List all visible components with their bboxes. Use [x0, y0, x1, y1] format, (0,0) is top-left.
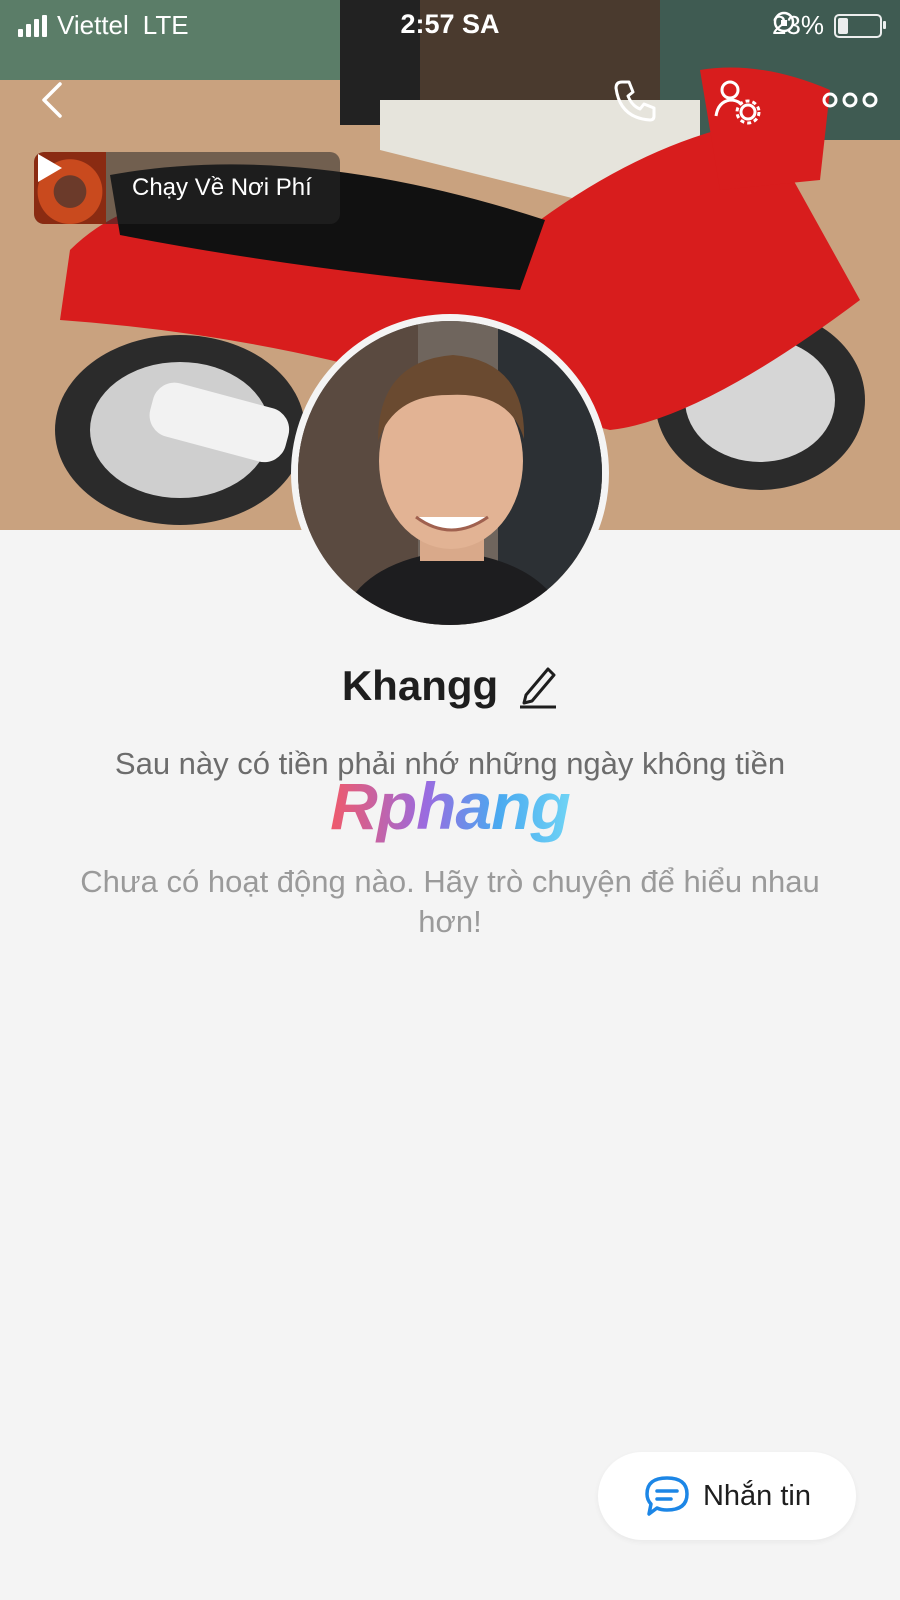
music-thumbnail [34, 152, 106, 224]
rotation-lock-icon [773, 11, 795, 33]
chat-bubble-icon [645, 1476, 689, 1516]
profile-music-pill[interactable]: Chạy Về Nơi Phí [34, 152, 340, 224]
message-button-label: Nhắn tin [702, 1479, 811, 1512]
message-button[interactable]: Nhắn tin [598, 1452, 856, 1540]
watermark-logo: Rphang [0, 768, 900, 844]
status-right: 23% [772, 10, 886, 41]
phone-icon [614, 80, 656, 122]
status-time: 2:57 SA [400, 9, 500, 39]
watermark-text: Rphang [330, 769, 571, 843]
empty-activity-message: Chưa có hoạt động nào. Hãy trò chuyện để… [80, 864, 820, 939]
play-icon [38, 154, 62, 182]
avatar[interactable] [291, 314, 609, 632]
status-bar: Viettel LTE 2:57 SA 23% [0, 0, 900, 50]
chevron-left-icon [42, 82, 62, 118]
music-title: Chạy Về Nơi Phí [132, 174, 312, 201]
profile-name-row: Khangg [0, 662, 900, 710]
user-settings-icon [714, 80, 761, 125]
more-dots-icon [822, 92, 878, 108]
edit-name-icon[interactable] [516, 663, 558, 709]
avatar-image [298, 321, 602, 625]
battery-icon [834, 13, 886, 38]
battery-fill [838, 17, 849, 34]
profile-name: Khangg [341, 662, 499, 709]
